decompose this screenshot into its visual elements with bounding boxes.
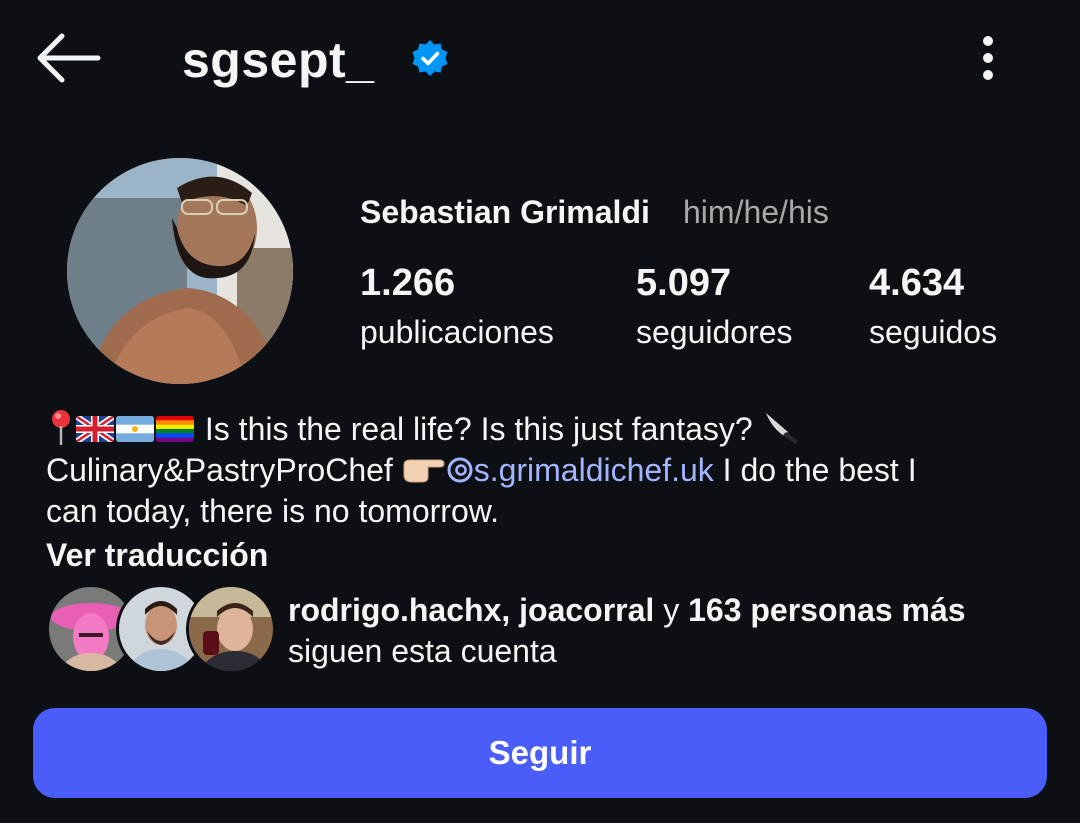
profile-avatar[interactable] bbox=[67, 158, 293, 384]
follow-button[interactable]: Seguir bbox=[33, 708, 1047, 798]
verified-badge-icon bbox=[410, 38, 450, 78]
pointing-hand-icon bbox=[403, 459, 445, 483]
profile-pronouns: him/he/his bbox=[683, 194, 829, 230]
more-vertical-icon bbox=[983, 36, 993, 80]
knife-icon bbox=[765, 413, 798, 444]
mutual-followers-avatars[interactable] bbox=[46, 584, 276, 674]
profile-page: sgsept_ Sebastian Grimaldi him/he/his 1.… bbox=[0, 0, 1080, 823]
mutual-others: 163 personas más bbox=[688, 592, 966, 628]
threads-handle: s.grimaldichef.uk bbox=[473, 452, 714, 488]
posts-stat: 1.266 publicaciones bbox=[360, 260, 554, 354]
threads-icon bbox=[447, 457, 473, 483]
pin-icon bbox=[52, 410, 70, 445]
mutual-avatar bbox=[186, 584, 276, 674]
threads-link[interactable]: s.grimaldichef.uk bbox=[446, 452, 714, 488]
more-options-button[interactable] bbox=[966, 30, 1010, 90]
argentina-flag-icon bbox=[116, 416, 154, 442]
mutual-suffix: siguen esta cuenta bbox=[288, 633, 557, 669]
posts-count: 1.266 bbox=[360, 262, 456, 304]
following-stat[interactable]: 4.634 seguidos bbox=[869, 260, 997, 354]
bio-line-2: Culinary&PastryProChef bbox=[46, 452, 393, 488]
profile-full-name: Sebastian Grimaldi bbox=[360, 194, 650, 230]
mutual-connector: y bbox=[663, 592, 680, 628]
mutual-followers-text[interactable]: rodrigo.hachx, joacorral y 163 personas … bbox=[288, 590, 966, 672]
bio-line-3: can today, there is no tomorrow. bbox=[46, 493, 499, 529]
back-button[interactable] bbox=[32, 28, 104, 88]
profile-username: sgsept_ bbox=[182, 32, 375, 88]
arrow-left-icon bbox=[37, 33, 101, 83]
see-translation-link[interactable]: Ver traducción bbox=[46, 535, 268, 575]
rainbow-flag-icon bbox=[156, 416, 194, 442]
mutual-names: rodrigo.hachx, joacorral bbox=[288, 592, 655, 628]
profile-bio: Is this the real life? Is this just fant… bbox=[46, 408, 1046, 532]
bio-line-1: Is this the real life? Is this just fant… bbox=[204, 411, 753, 447]
uk-flag-icon bbox=[76, 416, 114, 442]
bio-line-2-rest: I do the best I bbox=[722, 452, 917, 488]
following-count: 4.634 bbox=[869, 262, 965, 304]
followers-stat[interactable]: 5.097 seguidores bbox=[636, 260, 793, 354]
followers-count: 5.097 bbox=[636, 262, 732, 304]
top-bar: sgsept_ bbox=[0, 0, 1080, 118]
followers-label: seguidores bbox=[636, 314, 793, 350]
following-label: seguidos bbox=[869, 314, 998, 350]
posts-label: publicaciones bbox=[360, 314, 554, 350]
